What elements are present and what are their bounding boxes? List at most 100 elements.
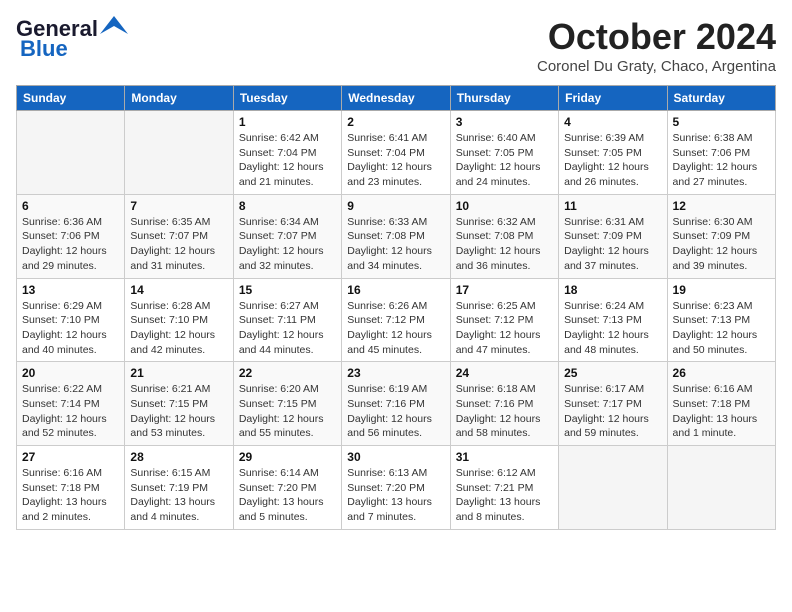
day-number: 23 bbox=[347, 366, 444, 380]
day-info: Sunrise: 6:31 AMSunset: 7:09 PMDaylight:… bbox=[564, 215, 661, 274]
table-row: 16 Sunrise: 6:26 AMSunset: 7:12 PMDayligh… bbox=[342, 278, 450, 362]
day-info: Sunrise: 6:15 AMSunset: 7:19 PMDaylight:… bbox=[130, 466, 227, 525]
day-number: 14 bbox=[130, 283, 227, 297]
day-info: Sunrise: 6:36 AMSunset: 7:06 PMDaylight:… bbox=[22, 215, 119, 274]
logo-bird-icon bbox=[100, 16, 128, 34]
day-number: 16 bbox=[347, 283, 444, 297]
location: Coronel Du Graty, Chaco, Argentina bbox=[537, 58, 776, 75]
day-info: Sunrise: 6:35 AMSunset: 7:07 PMDaylight:… bbox=[130, 215, 227, 274]
table-row: 14 Sunrise: 6:28 AMSunset: 7:10 PMDayligh… bbox=[125, 278, 233, 362]
day-info: Sunrise: 6:40 AMSunset: 7:05 PMDaylight:… bbox=[456, 131, 553, 190]
day-info: Sunrise: 6:27 AMSunset: 7:11 PMDaylight:… bbox=[239, 299, 336, 358]
table-row: 18 Sunrise: 6:24 AMSunset: 7:13 PMDayligh… bbox=[559, 278, 667, 362]
day-info: Sunrise: 6:14 AMSunset: 7:20 PMDaylight:… bbox=[239, 466, 336, 525]
day-info: Sunrise: 6:23 AMSunset: 7:13 PMDaylight:… bbox=[673, 299, 770, 358]
table-row bbox=[559, 446, 667, 530]
day-header-monday: Monday bbox=[125, 86, 233, 111]
day-info: Sunrise: 6:42 AMSunset: 7:04 PMDaylight:… bbox=[239, 131, 336, 190]
day-info: Sunrise: 6:28 AMSunset: 7:10 PMDaylight:… bbox=[130, 299, 227, 358]
day-header-saturday: Saturday bbox=[667, 86, 775, 111]
table-row: 22Sunrise: 6:20 AMSunset: 7:15 PMDayligh… bbox=[233, 362, 341, 446]
calendar-week-4: 20Sunrise: 6:22 AMSunset: 7:14 PMDayligh… bbox=[17, 362, 776, 446]
day-info: Sunrise: 6:33 AMSunset: 7:08 PMDaylight:… bbox=[347, 215, 444, 274]
day-number: 15 bbox=[239, 283, 336, 297]
month-title: October 2024 bbox=[537, 16, 776, 58]
day-number: 17 bbox=[456, 283, 553, 297]
day-number: 18 bbox=[564, 283, 661, 297]
day-info: Sunrise: 6:16 AMSunset: 7:18 PMDaylight:… bbox=[673, 382, 770, 441]
day-number: 4 bbox=[564, 115, 661, 129]
table-row bbox=[17, 111, 125, 195]
table-row: 4Sunrise: 6:39 AMSunset: 7:05 PMDaylight… bbox=[559, 111, 667, 195]
day-number: 9 bbox=[347, 199, 444, 213]
day-info: Sunrise: 6:29 AMSunset: 7:10 PMDaylight:… bbox=[22, 299, 119, 358]
day-number: 7 bbox=[130, 199, 227, 213]
table-row: 12Sunrise: 6:30 AMSunset: 7:09 PMDayligh… bbox=[667, 194, 775, 278]
calendar-week-3: 13 Sunrise: 6:29 AMSunset: 7:10 PMDayligh… bbox=[17, 278, 776, 362]
day-info: Sunrise: 6:18 AMSunset: 7:16 PMDaylight:… bbox=[456, 382, 553, 441]
day-number: 27 bbox=[22, 450, 119, 464]
day-number: 5 bbox=[673, 115, 770, 129]
day-number: 6 bbox=[22, 199, 119, 213]
day-number: 24 bbox=[456, 366, 553, 380]
calendar-week-1: 1 Sunrise: 6:42 AMSunset: 7:04 PMDaylight… bbox=[17, 111, 776, 195]
day-number: 30 bbox=[347, 450, 444, 464]
day-info: Sunrise: 6:24 AMSunset: 7:13 PMDaylight:… bbox=[564, 299, 661, 358]
day-header-sunday: Sunday bbox=[17, 86, 125, 111]
table-row: 17Sunrise: 6:25 AMSunset: 7:12 PMDayligh… bbox=[450, 278, 558, 362]
day-number: 20 bbox=[22, 366, 119, 380]
table-row: 7 Sunrise: 6:35 AMSunset: 7:07 PMDaylight… bbox=[125, 194, 233, 278]
calendar-table: SundayMondayTuesdayWednesdayThursdayFrid… bbox=[16, 85, 776, 530]
table-row: 24 Sunrise: 6:18 AMSunset: 7:16 PMDayligh… bbox=[450, 362, 558, 446]
day-number: 25 bbox=[564, 366, 661, 380]
day-number: 1 bbox=[239, 115, 336, 129]
day-number: 31 bbox=[456, 450, 553, 464]
page-header: General Blue October 2024 Coronel Du Gra… bbox=[16, 16, 776, 75]
day-info: Sunrise: 6:16 AMSunset: 7:18 PMDaylight:… bbox=[22, 466, 119, 525]
table-row: 20Sunrise: 6:22 AMSunset: 7:14 PMDayligh… bbox=[17, 362, 125, 446]
table-row: 28 Sunrise: 6:15 AMSunset: 7:19 PMDayligh… bbox=[125, 446, 233, 530]
table-row: 1 Sunrise: 6:42 AMSunset: 7:04 PMDaylight… bbox=[233, 111, 341, 195]
table-row bbox=[125, 111, 233, 195]
table-row bbox=[667, 446, 775, 530]
calendar-week-5: 27 Sunrise: 6:16 AMSunset: 7:18 PMDayligh… bbox=[17, 446, 776, 530]
day-number: 11 bbox=[564, 199, 661, 213]
table-row: 21 Sunrise: 6:21 AMSunset: 7:15 PMDayligh… bbox=[125, 362, 233, 446]
table-row: 5 Sunrise: 6:38 AMSunset: 7:06 PMDaylight… bbox=[667, 111, 775, 195]
table-row: 25 Sunrise: 6:17 AMSunset: 7:17 PMDayligh… bbox=[559, 362, 667, 446]
day-number: 19 bbox=[673, 283, 770, 297]
table-row: 26 Sunrise: 6:16 AMSunset: 7:18 PMDayligh… bbox=[667, 362, 775, 446]
day-number: 26 bbox=[673, 366, 770, 380]
day-number: 3 bbox=[456, 115, 553, 129]
day-info: Sunrise: 6:17 AMSunset: 7:17 PMDaylight:… bbox=[564, 382, 661, 441]
day-header-thursday: Thursday bbox=[450, 86, 558, 111]
table-row: 31 Sunrise: 6:12 AMSunset: 7:21 PMDayligh… bbox=[450, 446, 558, 530]
table-row: 19 Sunrise: 6:23 AMSunset: 7:13 PMDayligh… bbox=[667, 278, 775, 362]
title-block: October 2024 Coronel Du Graty, Chaco, Ar… bbox=[537, 16, 776, 75]
day-info: Sunrise: 6:41 AMSunset: 7:04 PMDaylight:… bbox=[347, 131, 444, 190]
day-info: Sunrise: 6:26 AMSunset: 7:12 PMDaylight:… bbox=[347, 299, 444, 358]
table-row: 27 Sunrise: 6:16 AMSunset: 7:18 PMDayligh… bbox=[17, 446, 125, 530]
day-info: Sunrise: 6:12 AMSunset: 7:21 PMDaylight:… bbox=[456, 466, 553, 525]
day-number: 13 bbox=[22, 283, 119, 297]
table-row: 30 Sunrise: 6:13 AMSunset: 7:20 PMDayligh… bbox=[342, 446, 450, 530]
table-row: 15 Sunrise: 6:27 AMSunset: 7:11 PMDayligh… bbox=[233, 278, 341, 362]
table-row: 3 Sunrise: 6:40 AMSunset: 7:05 PMDaylight… bbox=[450, 111, 558, 195]
day-info: Sunrise: 6:19 AMSunset: 7:16 PMDaylight:… bbox=[347, 382, 444, 441]
table-row: 9 Sunrise: 6:33 AMSunset: 7:08 PMDaylight… bbox=[342, 194, 450, 278]
calendar-header-row: SundayMondayTuesdayWednesdayThursdayFrid… bbox=[17, 86, 776, 111]
table-row: 8Sunrise: 6:34 AMSunset: 7:07 PMDaylight… bbox=[233, 194, 341, 278]
day-info: Sunrise: 6:34 AMSunset: 7:07 PMDaylight:… bbox=[239, 215, 336, 274]
day-info: Sunrise: 6:21 AMSunset: 7:15 PMDaylight:… bbox=[130, 382, 227, 441]
day-number: 29 bbox=[239, 450, 336, 464]
day-info: Sunrise: 6:13 AMSunset: 7:20 PMDaylight:… bbox=[347, 466, 444, 525]
day-number: 28 bbox=[130, 450, 227, 464]
day-header-tuesday: Tuesday bbox=[233, 86, 341, 111]
day-number: 21 bbox=[130, 366, 227, 380]
calendar-week-2: 6 Sunrise: 6:36 AMSunset: 7:06 PMDaylight… bbox=[17, 194, 776, 278]
day-header-wednesday: Wednesday bbox=[342, 86, 450, 111]
day-info: Sunrise: 6:38 AMSunset: 7:06 PMDaylight:… bbox=[673, 131, 770, 190]
day-number: 10 bbox=[456, 199, 553, 213]
logo: General Blue bbox=[16, 16, 128, 62]
day-number: 2 bbox=[347, 115, 444, 129]
